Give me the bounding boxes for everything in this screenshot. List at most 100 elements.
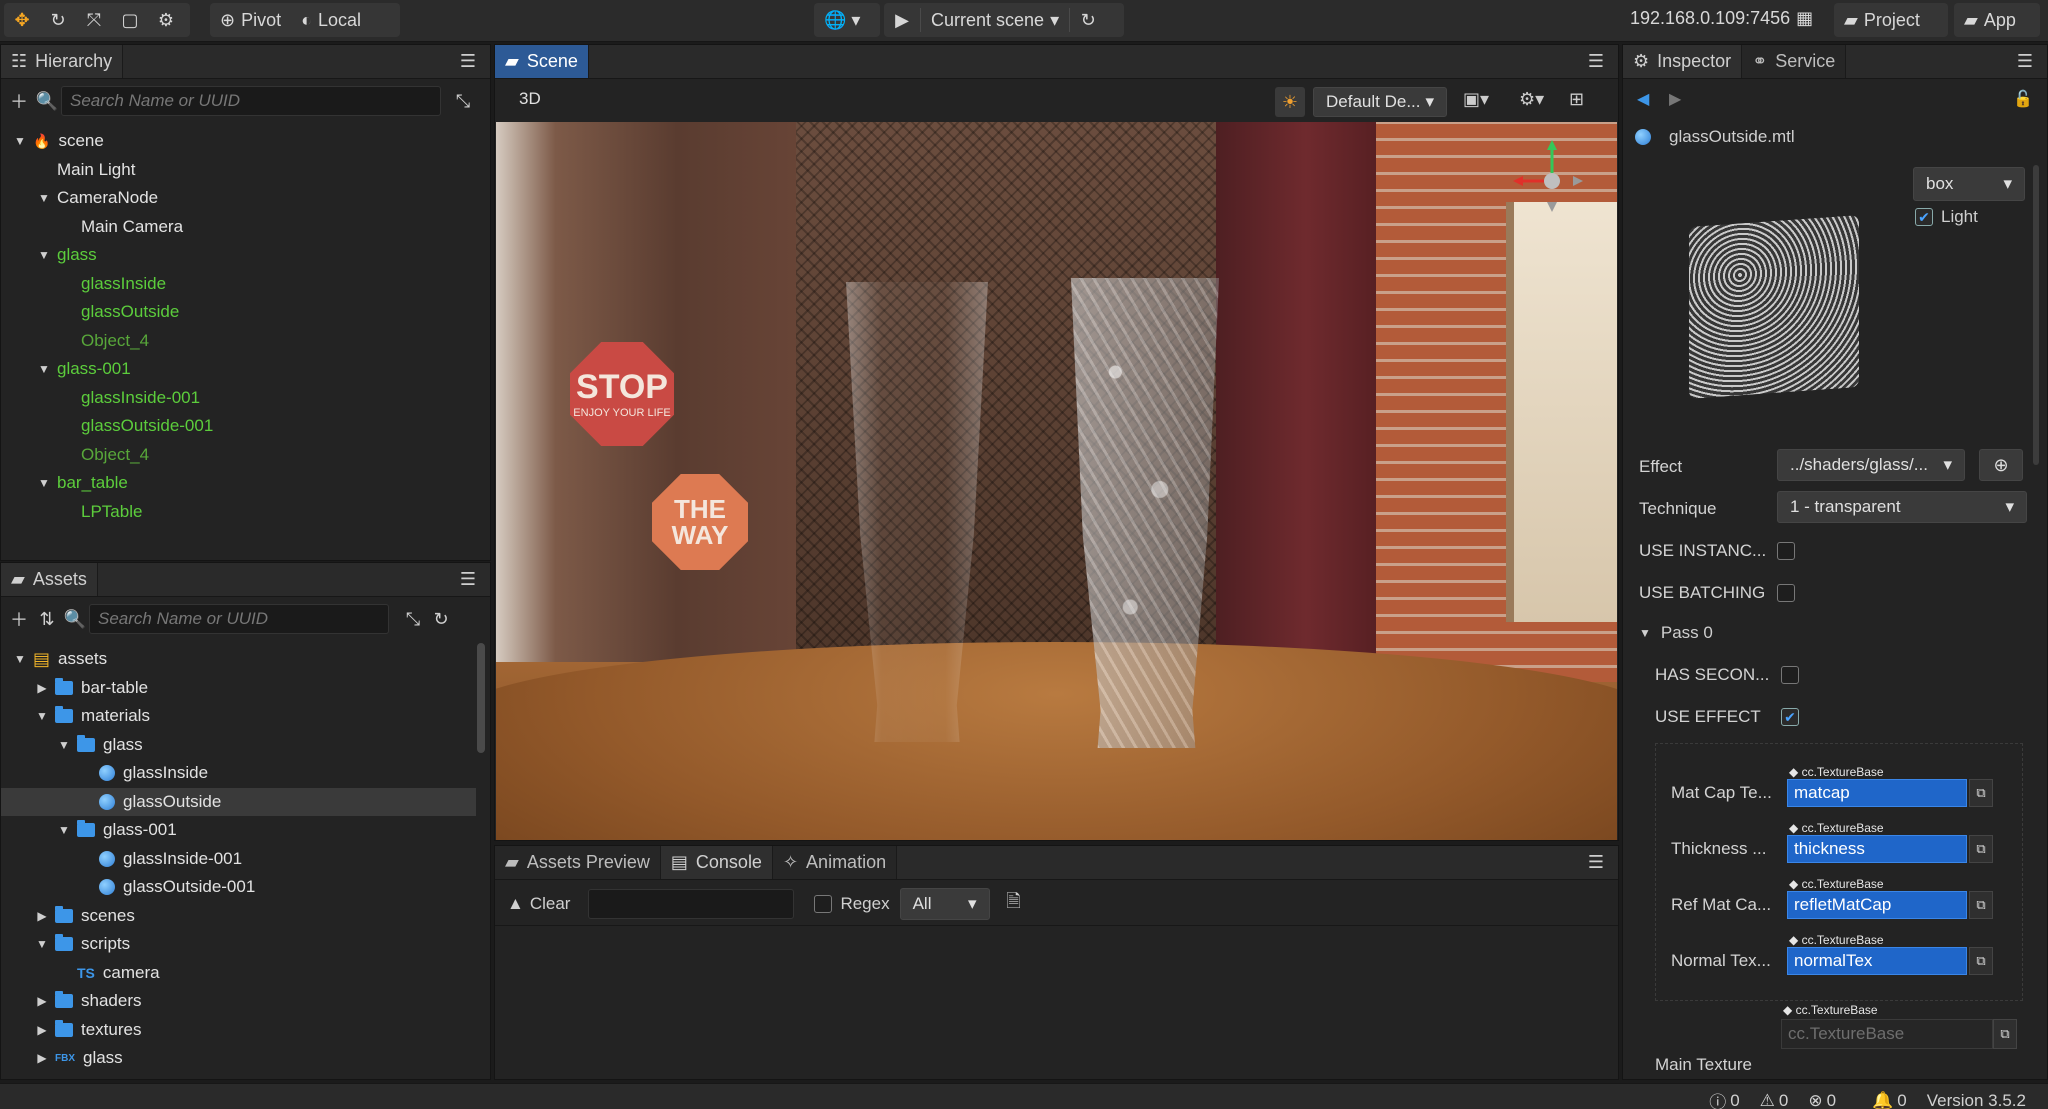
texture-pick-icon[interactable]: ⧉ bbox=[1969, 835, 1993, 863]
project-button[interactable]: ▰ Project bbox=[1834, 3, 1948, 37]
expand-triangle-icon[interactable]: ▼ bbox=[57, 823, 71, 837]
tab-inspector[interactable]: ⚙ Inspector bbox=[1623, 45, 1743, 78]
collapse-triangle-icon[interactable]: ▶ bbox=[35, 994, 49, 1008]
effect-select[interactable]: ../shaders/glass/... ▾ bbox=[1777, 449, 1965, 481]
texture-field[interactable]: refletMatCap bbox=[1787, 891, 1967, 919]
scene-select[interactable]: Current scene ▾ bbox=[921, 3, 1069, 37]
tab-assets[interactable]: ▰ Assets bbox=[1, 563, 98, 596]
inspector-scrollbar[interactable] bbox=[2033, 165, 2039, 465]
regex-checkbox[interactable] bbox=[814, 894, 833, 913]
main-texture-pick-icon[interactable]: ⧉ bbox=[1993, 1019, 2017, 1049]
asset-item[interactable]: ▶ FBX glass bbox=[1, 1044, 476, 1073]
asset-item[interactable]: ▶ shaders bbox=[1, 987, 476, 1016]
refresh-assets-icon[interactable]: ↻ bbox=[427, 605, 455, 633]
collapse-triangle-icon[interactable]: ▶ bbox=[35, 681, 49, 695]
asset-item[interactable]: ▶ scenes bbox=[1, 902, 476, 931]
tab-console[interactable]: ▤ Console bbox=[660, 846, 773, 879]
expand-triangle-icon[interactable]: ▼ bbox=[37, 191, 51, 205]
clear-button[interactable]: ▲ Clear bbox=[507, 894, 570, 914]
use-effect-checkbox[interactable]: ✔ bbox=[1781, 708, 1799, 726]
forward-arrow-icon[interactable]: ▶ bbox=[1669, 89, 1681, 109]
pass-0-header[interactable]: ▼ Pass 0 bbox=[1639, 623, 1713, 643]
tab-scene[interactable]: ▰ Scene bbox=[495, 45, 589, 78]
add-node-icon[interactable]: ＋ bbox=[5, 87, 33, 115]
texture-pick-icon[interactable]: ⧉ bbox=[1969, 779, 1993, 807]
technique-select[interactable]: 1 - transparent ▾ bbox=[1777, 491, 2027, 523]
asset-item[interactable]: glassInside-001 bbox=[1, 845, 476, 874]
platform-select[interactable]: 🌐 ▾ bbox=[814, 3, 880, 37]
log-file-icon[interactable]: 🗎 bbox=[1000, 890, 1028, 918]
asset-item[interactable]: ▼ scripts bbox=[1, 930, 476, 959]
sort-icon[interactable]: ⇅ bbox=[33, 605, 61, 633]
warning-count[interactable]: ⚠ 0 bbox=[1760, 1091, 1789, 1109]
asset-item[interactable]: TS camera bbox=[1, 959, 476, 988]
hierarchy-node[interactable]: ▼ bar_table bbox=[1, 469, 490, 498]
hierarchy-node[interactable]: glassInside bbox=[1, 270, 490, 299]
scale-tool-icon[interactable]: ⤧ bbox=[76, 3, 112, 37]
collapse-all-icon[interactable]: ⤡ bbox=[449, 87, 477, 115]
texture-pick-icon[interactable]: ⧉ bbox=[1969, 947, 1993, 975]
hierarchy-node[interactable]: Object_4 bbox=[1, 327, 490, 356]
hierarchy-search-input[interactable]: Search Name or UUID bbox=[61, 86, 441, 116]
log-level-select[interactable]: All ▾ bbox=[899, 887, 990, 920]
material-preview[interactable] bbox=[1689, 215, 1859, 399]
assets-search-input[interactable]: Search Name or UUID bbox=[89, 604, 389, 634]
app-button[interactable]: ▰ App bbox=[1954, 3, 2040, 37]
hierarchy-node[interactable]: ▼ glass bbox=[1, 241, 490, 270]
console-menu-icon[interactable]: ☰ bbox=[1588, 852, 1604, 873]
ip-address[interactable]: 192.168.0.109:7456 ▦ bbox=[1630, 8, 1813, 29]
asset-item[interactable]: glassInside bbox=[1, 759, 476, 788]
play-icon[interactable]: ▶ bbox=[884, 3, 920, 37]
light-toggle[interactable]: ✔ Light bbox=[1915, 207, 1978, 227]
sun-icon[interactable]: ☀ bbox=[1275, 87, 1305, 117]
has-second-checkbox[interactable] bbox=[1781, 666, 1799, 684]
search-icon[interactable]: 🔍 bbox=[33, 87, 61, 115]
expand-triangle-icon[interactable]: ▼ bbox=[35, 937, 49, 951]
main-texture-field[interactable]: cc.TextureBase bbox=[1781, 1019, 1993, 1049]
asset-item[interactable]: ▶ bar-table bbox=[1, 674, 476, 703]
hierarchy-node[interactable]: LPTable bbox=[1, 498, 490, 527]
locate-icon[interactable]: ⊕ bbox=[1979, 449, 2023, 481]
asset-item[interactable]: glassOutside bbox=[1, 787, 476, 816]
hierarchy-node[interactable]: ▼ CameraNode bbox=[1, 184, 490, 213]
error-count[interactable]: ⊗ 0 bbox=[1808, 1091, 1836, 1109]
asset-search-icon[interactable]: 🔍 bbox=[61, 605, 89, 633]
collapse-triangle-icon[interactable]: ▶ bbox=[35, 1023, 49, 1037]
collapse-triangle-icon[interactable]: ▶ bbox=[35, 1051, 49, 1065]
preview-shape-select[interactable]: box ▾ bbox=[1913, 167, 2025, 201]
asset-item[interactable]: ▼ materials bbox=[1, 702, 476, 731]
pivot-button[interactable]: ⊕ Pivot bbox=[210, 3, 291, 37]
mode-3d-toggle[interactable]: 3D bbox=[519, 89, 541, 109]
assets-menu-icon[interactable]: ☰ bbox=[460, 569, 476, 590]
layout-select[interactable]: Default De... ▾ bbox=[1313, 87, 1447, 117]
collapse-triangle-icon[interactable]: ▶ bbox=[35, 909, 49, 923]
settings-tool-icon[interactable]: ⚙ bbox=[148, 3, 184, 37]
info-count[interactable]: ⓘ 0 bbox=[1709, 1088, 1739, 1109]
expand-triangle-icon[interactable]: ▼ bbox=[37, 476, 51, 490]
regex-toggle[interactable]: Regex bbox=[814, 894, 890, 914]
scene-viewport[interactable]: STOP ENJOY YOUR LIFE THE WAY bbox=[496, 122, 1617, 840]
asset-item[interactable]: glassOutside-001 bbox=[1, 873, 476, 902]
tab-assets-preview[interactable]: ▰ Assets Preview bbox=[495, 846, 661, 879]
hierarchy-node[interactable]: glassOutside-001 bbox=[1, 412, 490, 441]
use-instancing-checkbox[interactable] bbox=[1777, 542, 1795, 560]
expand-triangle-icon[interactable]: ▼ bbox=[37, 248, 51, 262]
rect-tool-icon[interactable]: ▢ bbox=[112, 3, 148, 37]
local-button[interactable]: ◐ Local bbox=[291, 3, 371, 37]
maximize-icon[interactable]: ⊞ bbox=[1569, 89, 1584, 110]
texture-field[interactable]: thickness bbox=[1787, 835, 1967, 863]
rotate-tool-icon[interactable]: ↻ bbox=[40, 3, 76, 37]
back-arrow-icon[interactable]: ◀ bbox=[1637, 89, 1649, 109]
panel-menu-icon[interactable]: ☰ bbox=[460, 51, 476, 72]
hierarchy-node[interactable]: Main Camera bbox=[1, 213, 490, 242]
asset-item[interactable]: ▶ textures bbox=[1, 1016, 476, 1045]
hierarchy-node[interactable]: glassInside-001 bbox=[1, 384, 490, 413]
gear-icon[interactable]: ⚙▾ bbox=[1519, 89, 1544, 110]
expand-triangle-icon[interactable]: ▼ bbox=[35, 709, 49, 723]
scene-menu-icon[interactable]: ☰ bbox=[1588, 51, 1604, 72]
tab-hierarchy[interactable]: ☷ Hierarchy bbox=[1, 45, 124, 78]
add-asset-icon[interactable]: ＋ bbox=[5, 605, 33, 633]
texture-field[interactable]: normalTex bbox=[1787, 947, 1967, 975]
move-tool-icon[interactable]: ✥ bbox=[4, 3, 40, 37]
expand-triangle-icon[interactable]: ▼ bbox=[13, 652, 27, 666]
